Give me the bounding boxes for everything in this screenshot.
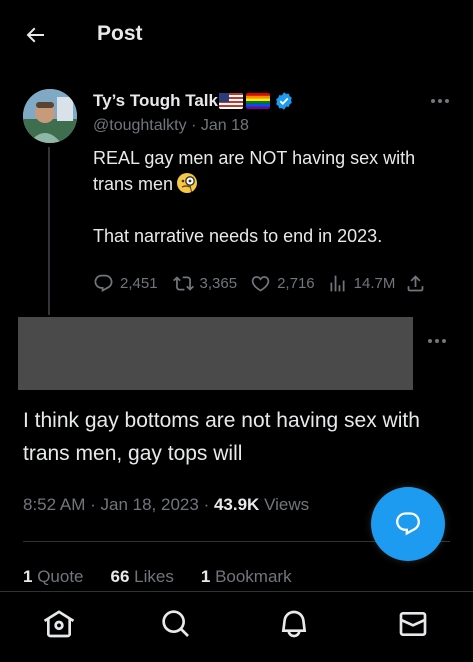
avatar[interactable] bbox=[23, 89, 77, 143]
bottom-navigation bbox=[0, 591, 473, 662]
post-date[interactable]: Jan 18, 2023 bbox=[101, 495, 199, 514]
handle[interactable]: @toughtalkty bbox=[93, 117, 187, 134]
notifications-bell-icon[interactable] bbox=[278, 608, 310, 640]
search-icon[interactable] bbox=[160, 608, 192, 640]
home-icon[interactable] bbox=[43, 608, 75, 640]
separator: · bbox=[203, 495, 210, 514]
views-label: Views bbox=[264, 495, 310, 514]
reply-bubble-icon bbox=[396, 512, 420, 536]
top-bar: Post bbox=[0, 0, 473, 70]
quotes-count: 1 bbox=[23, 567, 33, 586]
monocle-face-emoji-icon bbox=[177, 173, 198, 193]
share-button[interactable] bbox=[405, 273, 426, 294]
separator: · bbox=[191, 117, 197, 134]
display-name[interactable]: Ty’s Tough Talk bbox=[93, 91, 218, 111]
likes-label: Likes bbox=[134, 567, 174, 586]
engagement-stats: 1 Quote 66 Likes 1 Bookmark bbox=[23, 567, 319, 587]
separator: · bbox=[90, 495, 96, 514]
quotes-label: Quote bbox=[37, 567, 84, 586]
retweet-button[interactable]: 3,365 bbox=[172, 273, 238, 294]
post-meta: 8:52 AM · Jan 18, 2023 · 43.9K Views bbox=[23, 495, 309, 515]
original-tweet[interactable]: Ty’s Tough Talk @toughtalkty · Jan 18 RE… bbox=[93, 89, 463, 249]
bookmarks-count: 1 bbox=[200, 567, 211, 586]
views-count: 43.9K bbox=[213, 495, 260, 514]
tweet-text-para: That narrative needs to end in 2023. bbox=[93, 226, 383, 246]
analytics-icon bbox=[330, 275, 345, 291]
rainbow-flag-icon bbox=[246, 93, 270, 109]
reply-count: 2,451 bbox=[120, 274, 158, 292]
more-options-icon[interactable] bbox=[426, 333, 448, 349]
bookmarks-label: Bookmark bbox=[215, 567, 292, 586]
reply-text: I think gay bottoms are not having sex w… bbox=[23, 409, 420, 465]
likes-stat[interactable]: 66 Likes bbox=[111, 567, 174, 587]
retweet-icon bbox=[172, 275, 194, 291]
verified-badge-icon bbox=[276, 92, 292, 110]
tweet-text-line: REAL gay men are NOT having sex with tra… bbox=[93, 148, 416, 194]
back-arrow-icon[interactable] bbox=[22, 22, 48, 48]
page-title: Post bbox=[97, 22, 143, 45]
quotes-stat[interactable]: 1 Quote bbox=[23, 567, 84, 587]
thread-line bbox=[48, 147, 50, 315]
views-count: 14.7M bbox=[353, 274, 396, 292]
bookmarks-stat[interactable]: 1 Bookmark bbox=[201, 567, 292, 587]
more-options-icon[interactable] bbox=[429, 93, 451, 109]
reply-button[interactable]: 2,451 bbox=[93, 273, 158, 294]
like-button[interactable]: 2,716 bbox=[250, 273, 315, 294]
likes-count: 66 bbox=[110, 567, 130, 586]
share-icon bbox=[407, 274, 424, 291]
us-flag-icon bbox=[219, 93, 243, 109]
tweet-date[interactable]: Jan 18 bbox=[201, 117, 249, 134]
retweet-count: 3,365 bbox=[199, 274, 238, 292]
like-count: 2,716 bbox=[277, 274, 315, 292]
messages-mail-icon[interactable] bbox=[397, 608, 429, 640]
tweet-text: REAL gay men are NOT having sex with tra… bbox=[93, 145, 433, 249]
post-time[interactable]: 8:52 AM bbox=[23, 495, 85, 514]
redacted-user-block bbox=[18, 317, 413, 390]
tweet-actions: 2,451 3,365 2,716 14.7M bbox=[93, 270, 453, 296]
views-button[interactable]: 14.7M bbox=[327, 273, 396, 294]
compose-reply-button[interactable] bbox=[371, 487, 445, 561]
reply-icon bbox=[94, 274, 113, 292]
heart-icon bbox=[251, 275, 270, 292]
